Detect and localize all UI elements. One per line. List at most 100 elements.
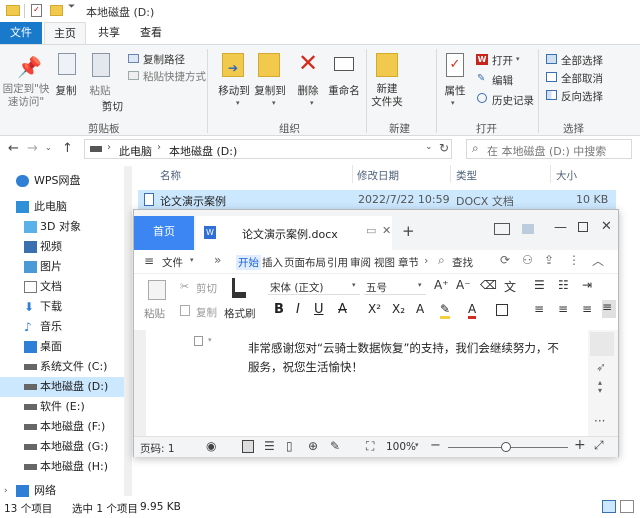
properties-button[interactable]: 属性	[440, 83, 470, 98]
nav-item-downloads[interactable]: ⬇ 下载	[0, 297, 132, 317]
eye-protect-icon[interactable]: ◉	[206, 439, 216, 453]
pin-quick-access-button[interactable]: 固定到"快 速访问"	[2, 83, 50, 109]
new-folder-button[interactable]: 新建 文件夹	[368, 83, 406, 109]
read-view-icon[interactable]: ▯	[286, 439, 293, 453]
column-header-date[interactable]: 修改日期	[357, 168, 399, 183]
new-folder-icon[interactable]	[50, 5, 63, 16]
wps-menu-file[interactable]: 文件	[162, 255, 183, 270]
tiles-view-icon[interactable]	[620, 500, 634, 513]
search-input[interactable]: ⌕ 在 本地磁盘 (D:) 中搜索	[466, 139, 632, 159]
doc-scrollbar[interactable]	[590, 332, 614, 356]
paste-button[interactable]: 粘贴	[86, 83, 114, 98]
align-center-icon[interactable]: ≡	[558, 302, 568, 316]
italic-icon[interactable]: I	[296, 302, 300, 317]
increase-font-icon[interactable]: A⁺	[434, 278, 449, 292]
wps-menu-view[interactable]: 视图	[374, 255, 395, 270]
nav-item-drive-f[interactable]: 本地磁盘 (F:)	[0, 417, 132, 437]
open-button[interactable]: 打开	[492, 53, 513, 68]
file-row[interactable]: 论文演示案例 2022/7/22 10:59 DOCX 文档 10 KB	[138, 190, 616, 209]
nav-item-wps-cloud[interactable]: WPS网盘	[0, 171, 132, 191]
zoom-in-icon[interactable]: +	[574, 437, 586, 453]
invert-selection-button[interactable]: 反向选择	[561, 89, 603, 104]
align-right-icon[interactable]: ≡	[582, 302, 592, 316]
font-color-icon[interactable]: A	[468, 302, 477, 319]
nav-item-pictures[interactable]: 图片	[0, 257, 132, 277]
qat-dropdown-icon[interactable]: ⏷	[68, 2, 75, 12]
column-header-name[interactable]: 名称	[160, 168, 181, 183]
write-view-icon[interactable]: ✎	[330, 439, 340, 453]
underline-icon[interactable]: U	[314, 302, 324, 317]
decrease-font-icon[interactable]: A⁻	[456, 278, 471, 292]
text-effect-icon[interactable]: A	[416, 302, 424, 316]
wps-copy-button[interactable]: 复制	[196, 305, 217, 320]
rocket-icon[interactable]: ➶	[596, 360, 606, 374]
strikethrough-icon[interactable]: A	[338, 302, 347, 317]
tab-home[interactable]: 主页	[44, 22, 86, 44]
hamburger-icon[interactable]: ≡	[144, 254, 154, 268]
wps-cloud-status-icon[interactable]: ▭	[366, 224, 376, 237]
share-icon[interactable]: ⇪	[544, 253, 554, 267]
font-size-select[interactable]: 五号 ▾	[364, 279, 426, 295]
column-header-size[interactable]: 大小	[556, 168, 577, 183]
highlight-icon[interactable]: ✎	[440, 302, 451, 319]
copy-path-button[interactable]: 复制路径	[143, 52, 185, 67]
indent-icon[interactable]: ⇥	[582, 278, 592, 292]
breadcrumb-drive-d[interactable]: 本地磁盘 (D:)	[169, 143, 237, 159]
recent-dropdown-icon[interactable]: ⌄	[45, 143, 52, 152]
nav-item-desktop[interactable]: 桌面	[0, 337, 132, 357]
more-tools-icon[interactable]: ···	[594, 414, 605, 428]
wps-close-tab-icon[interactable]: ✕	[382, 224, 391, 237]
format-painter-button[interactable]: 格式刷	[224, 306, 256, 321]
wps-cut-button[interactable]: 剪切	[196, 281, 217, 296]
breadcrumb-this-pc[interactable]: 此电脑	[119, 143, 152, 159]
nav-item-documents[interactable]: 文档	[0, 277, 132, 297]
document-page[interactable]: ▾ 非常感谢您对“云骑士数据恢复”的支持，我们会继续努力，不 服务，祝您生活愉快…	[146, 330, 596, 436]
wps-minimize-icon[interactable]: —	[554, 220, 567, 235]
wps-new-tab-icon[interactable]: +	[402, 222, 415, 240]
properties-icon[interactable]: ✓	[31, 4, 42, 17]
fullscreen-icon[interactable]: ⤢	[594, 438, 604, 453]
nav-scrollbar[interactable]	[124, 166, 132, 496]
more-right-icon[interactable]: ›	[424, 254, 428, 267]
bold-icon[interactable]: B	[274, 302, 284, 317]
wps-menu-chapter[interactable]: 章节	[398, 255, 418, 270]
more-icon[interactable]: ⋮	[568, 253, 580, 267]
nav-item-this-pc[interactable]: 此电脑	[0, 197, 132, 217]
align-left-icon[interactable]: ≡	[534, 302, 544, 316]
wps-doc-tab[interactable]: W 论文演示案例.docx ▭ ✕	[196, 216, 392, 250]
forward-icon[interactable]: →	[27, 141, 38, 156]
move-to-button[interactable]: 移动到	[214, 83, 254, 98]
edit-button[interactable]: 编辑	[492, 73, 513, 88]
wps-menu-insert[interactable]: 插入	[262, 255, 283, 270]
page-view-icon[interactable]	[242, 440, 254, 453]
web-view-icon[interactable]: ⊕	[308, 439, 318, 453]
collapse-ribbon-icon[interactable]: ︿	[592, 252, 604, 269]
back-icon[interactable]: ←	[8, 141, 19, 156]
phonetic-icon[interactable]: 文	[504, 278, 516, 295]
cut-button[interactable]: 剪切	[102, 99, 138, 114]
column-header-type[interactable]: 类型	[456, 168, 477, 183]
nav-item-drive-h[interactable]: 本地磁盘 (H:)	[0, 457, 132, 477]
copy-button[interactable]: 复制	[52, 83, 80, 98]
fit-page-icon[interactable]: ⛶	[366, 439, 374, 454]
superscript-icon[interactable]: X²	[368, 302, 381, 316]
tab-file[interactable]: 文件	[0, 22, 42, 44]
wps-search-button[interactable]: 查找	[452, 255, 473, 270]
tab-share[interactable]: 共享	[90, 22, 128, 44]
zoom-level[interactable]: 100%	[386, 441, 416, 453]
refresh-icon[interactable]: ↻	[439, 141, 449, 155]
address-dropdown-icon[interactable]: ⌄	[425, 142, 433, 152]
nav-item-3d-objects[interactable]: 3D 对象	[0, 217, 132, 237]
wps-menu-review[interactable]: 审阅	[350, 255, 371, 270]
subscript-icon[interactable]: X₂	[392, 302, 405, 316]
tab-view[interactable]: 查看	[132, 22, 170, 44]
select-all-button[interactable]: 全部选择	[561, 53, 603, 68]
collab-icon[interactable]: ⚇	[522, 253, 533, 267]
wps-home-tab[interactable]: 首页	[134, 216, 194, 250]
zoom-out-icon[interactable]: −	[430, 438, 441, 453]
zoom-slider-thumb[interactable]	[501, 442, 511, 452]
select-none-button[interactable]: 全部取消	[561, 71, 603, 86]
outline-view-icon[interactable]: ☰	[264, 439, 275, 453]
wps-maximize-icon[interactable]	[578, 222, 588, 232]
wps-paste-button[interactable]: 粘贴	[144, 306, 165, 321]
